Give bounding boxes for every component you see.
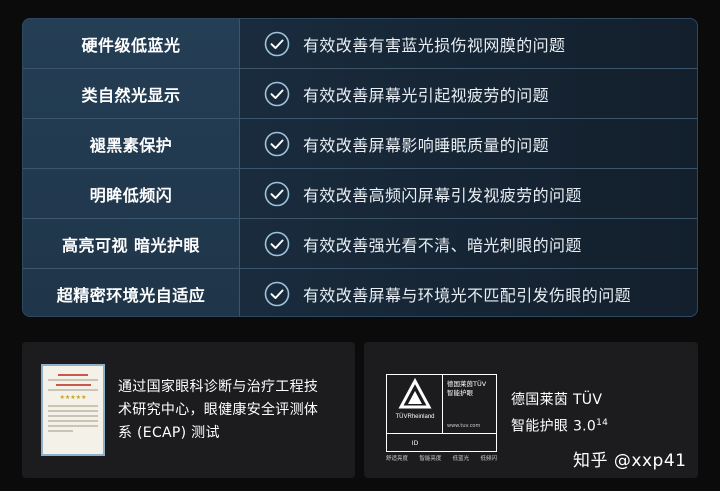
ecap-line: 通过国家眼科诊断与治疗工程技 [118, 379, 319, 395]
tuv-url: www.tuv.com [447, 423, 481, 429]
tuv-line-main: 智能护眼 3.0 [511, 418, 597, 435]
feature-description: 有效改善有害蓝光损伤视网膜的问题 [303, 36, 566, 55]
check-circle-icon [264, 31, 290, 57]
feature-name: 类自然光显示 [81, 86, 181, 105]
tuv-strip-label: 低频闪 [480, 456, 497, 462]
tuv-mark: TÜVRheinland [387, 375, 443, 433]
feature-description: 有效改善屏幕影响睡眠质量的问题 [303, 136, 550, 155]
tuv-triangle-icon [398, 377, 432, 409]
tuv-brand-text: TÜVRheinland [395, 414, 435, 420]
ecap-description: 通过国家眼科诊断与治疗工程技 术研究中心，眼健康安全评测体 系 (ECAP) 测… [118, 376, 338, 445]
certificate-document-icon: ★★★★★ [41, 364, 105, 456]
tuv-line: 德国莱茵 TÜV [511, 392, 603, 408]
feature-name: 明眸低频闪 [89, 186, 173, 205]
feature-name: 硬件级低蓝光 [81, 36, 181, 55]
tuv-strip-label: 舒适亮度 [386, 456, 409, 462]
tuv-strip-label: 智能亮度 [419, 456, 442, 462]
feature-name: 超精密环境光自适应 [56, 286, 206, 305]
tuv-rheinland-logo: TÜVRheinland 德国莱茵TÜV 智能护眼 www.tuv.com ID [386, 374, 497, 452]
tuv-logo-line: 智能护眼 [447, 389, 473, 397]
tuv-logo-line: 德国莱茵TÜV [447, 380, 487, 388]
check-circle-icon [264, 131, 290, 157]
check-circle-icon [264, 231, 290, 257]
tuv-id-box: ID [387, 433, 443, 452]
tuv-description: 德国莱茵 TÜV 智能护眼 3.014 [511, 389, 608, 439]
eye-care-feature-table: 硬件级低蓝光 类自然光显示 褪黑素保护 明眸低频闪 高亮可视 暗光护眼 超精密环… [22, 18, 698, 317]
zhihu-watermark: 知乎 @xxp41 [573, 451, 687, 471]
check-circle-icon [264, 281, 290, 307]
footnote-marker: 14 [596, 418, 609, 428]
check-circle-icon [264, 181, 290, 207]
tuv-line: 智能护眼 3.014 [511, 412, 608, 439]
feature-name: 褪黑素保护 [89, 136, 173, 155]
feature-description: 有效改善屏幕与环境光不匹配引发伤眼的问题 [303, 286, 632, 305]
ecap-line: 术研究中心，眼健康安全评测体 [118, 402, 319, 418]
feature-name: 高亮可视 暗光护眼 [61, 236, 201, 255]
feature-description: 有效改善高频闪屏幕引发视疲劳的问题 [303, 186, 582, 205]
tuv-strip-labels: 舒适亮度 智能亮度 低蓝光 低频闪 [386, 454, 497, 462]
tuv-strip-label: 低蓝光 [452, 456, 470, 462]
tuv-logo-lines: 德国莱茵TÜV 智能护眼 [447, 380, 495, 398]
check-circle-icon [264, 81, 290, 107]
feature-description: 有效改善屏幕光引起视疲劳的问题 [303, 86, 550, 105]
tuv-feature-strip [443, 433, 496, 452]
ecap-line: 系 (ECAP) 测试 [118, 425, 220, 441]
feature-description: 有效改善强光看不清、暗光刺眼的问题 [303, 236, 582, 255]
ecap-certification-card: ★★★★★ 通过国家眼科诊断与治疗工程技 术研究中心，眼健康安全评测体 系 (E… [22, 342, 355, 478]
